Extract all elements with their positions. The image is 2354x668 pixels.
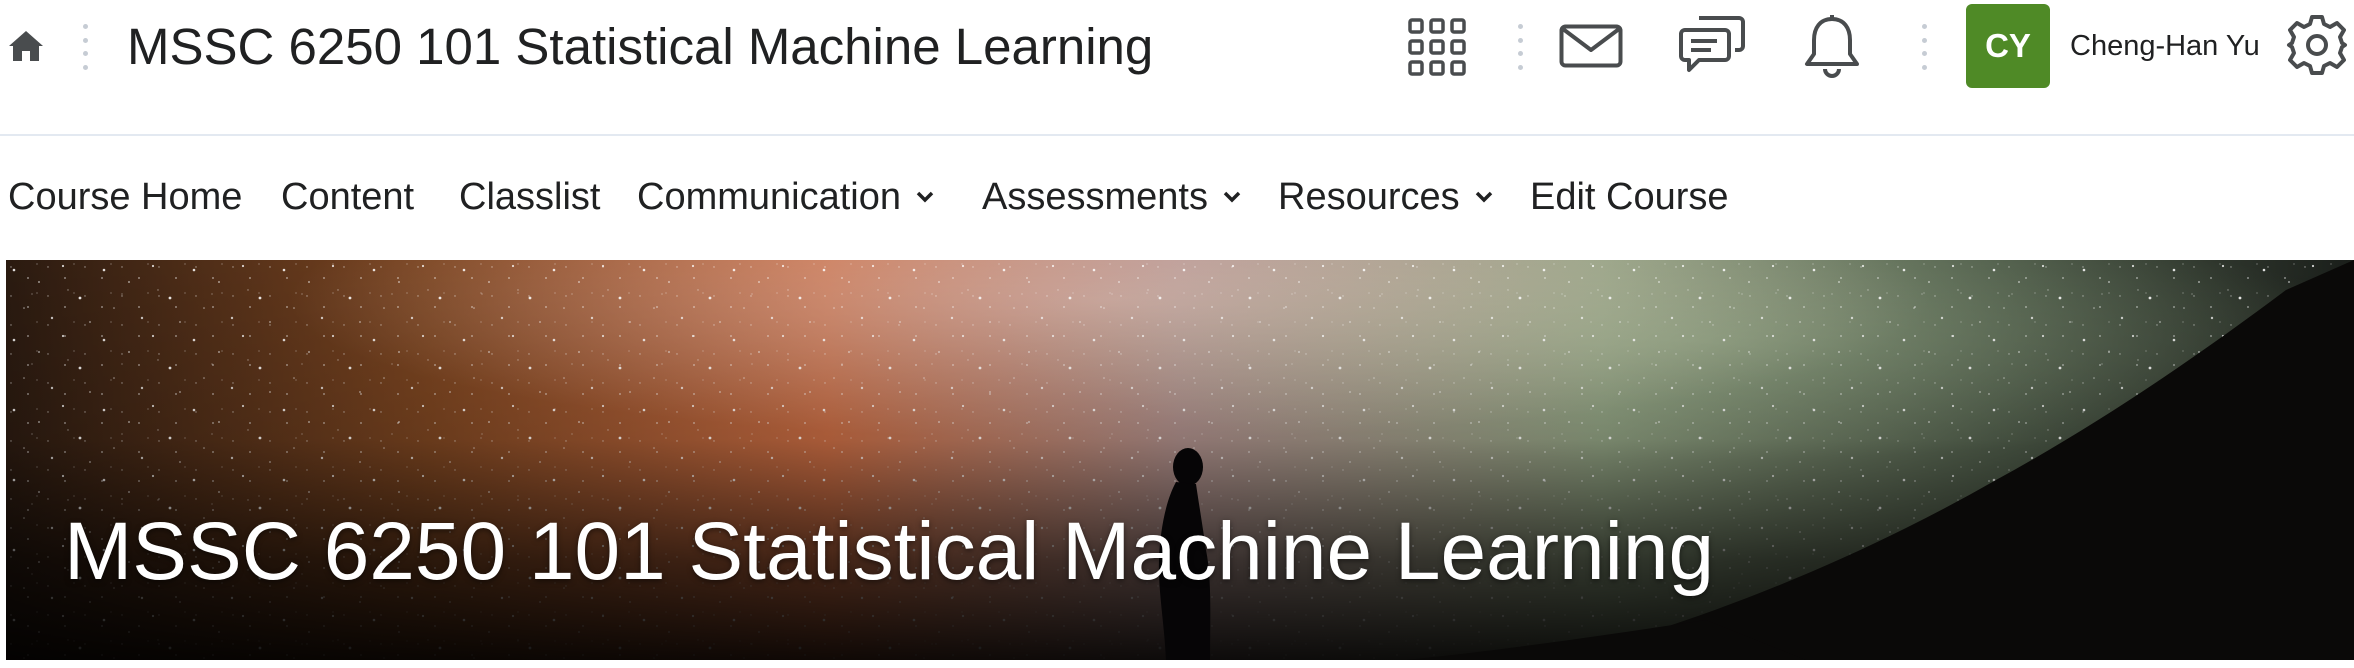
mail-icon[interactable] [1559,24,1623,68]
user-name[interactable]: Cheng-Han Yu [2070,26,2260,66]
chevron-down-icon [1223,191,1241,203]
nav-communication[interactable]: Communication [637,174,935,220]
nav-course-home[interactable]: Course Home [8,174,242,220]
nav-label: Resources [1278,176,1460,218]
chevron-down-icon [1475,191,1492,203]
nav-classlist[interactable]: Classlist [459,174,600,220]
bell-icon[interactable] [1803,14,1861,78]
course-navbar: Course Home Content Classlist Communicat… [0,136,2354,260]
gear-icon[interactable] [2286,14,2348,76]
chevron-down-icon [916,191,934,203]
user-avatar[interactable]: CY [1966,4,2050,88]
nav-label: Content [281,176,415,218]
divider-dots [1921,24,1927,70]
nav-label: Communication [637,176,901,218]
chat-icon[interactable] [1679,14,1745,76]
course-title[interactable]: MSSC 6250 101 Statistical Machine Learni… [127,12,1153,82]
home-icon[interactable] [6,26,46,66]
apps-grid-icon[interactable] [1408,18,1466,76]
course-banner: MSSC 6250 101 Statistical Machine Learni… [6,260,2354,660]
banner-title: MSSC 6250 101 Statistical Machine Learni… [64,506,1715,597]
divider-dots [82,24,88,70]
nav-content[interactable]: Content [281,174,414,220]
nav-edit-course[interactable]: Edit Course [1530,174,1729,220]
nav-label: Edit Course [1530,176,1729,218]
nav-resources[interactable]: Resources [1278,174,1494,220]
nav-label: Classlist [459,176,601,218]
divider-dots [1517,24,1523,70]
nav-label: Assessments [982,176,1208,218]
top-header: MSSC 6250 101 Statistical Machine Learni… [0,0,2354,136]
nav-assessments[interactable]: Assessments [982,174,1242,220]
nav-label: Course Home [8,176,243,218]
